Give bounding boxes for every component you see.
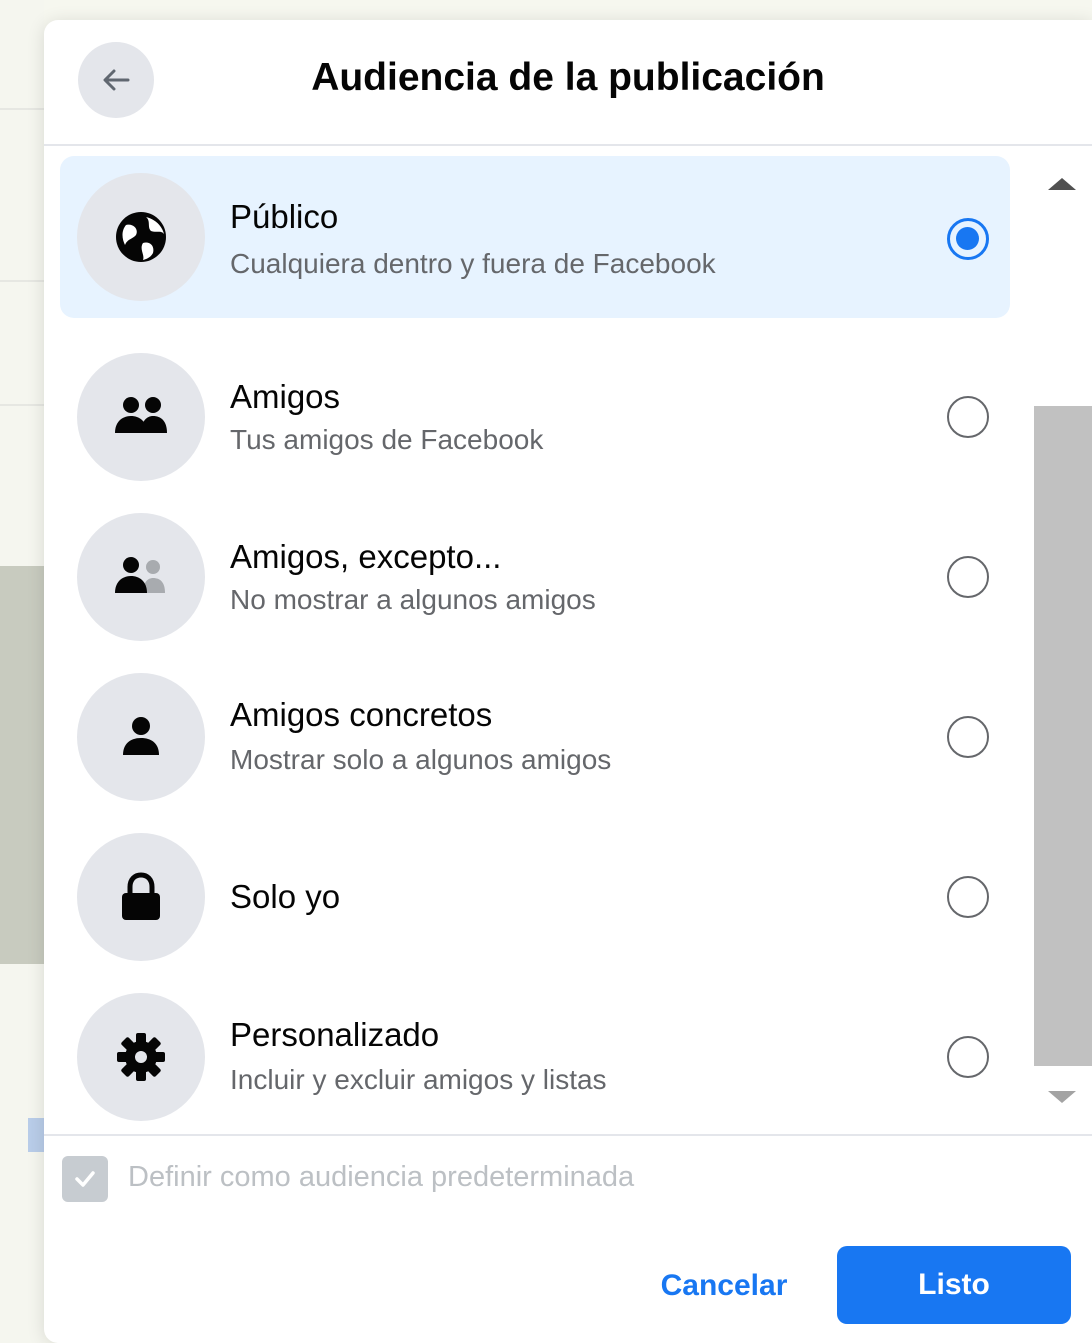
- friends-icon-container: [77, 353, 205, 481]
- footer-divider: [44, 1134, 1092, 1136]
- audience-options-list: Público Cualquiera dentro y fuera de Fac…: [44, 146, 1028, 1134]
- option-label: Amigos, excepto...: [230, 538, 502, 575]
- option-only-me[interactable]: Solo yo: [60, 816, 1010, 978]
- option-description: Mostrar solo a algunos amigos: [230, 744, 612, 775]
- radio-friends[interactable]: [947, 396, 989, 438]
- done-button[interactable]: Listo: [837, 1246, 1071, 1324]
- checkmark-icon: [75, 1171, 95, 1187]
- friends-icon: [115, 397, 167, 433]
- option-description: Incluir y excluir amigos y listas: [230, 1064, 607, 1095]
- option-friends-except[interactable]: Amigos, excepto... No mostrar a algunos …: [60, 496, 1010, 658]
- option-custom[interactable]: Personalizado Incluir y excluir amigos y…: [60, 976, 1010, 1138]
- gear-icon: [117, 1033, 165, 1081]
- friends-except-icon-container: [77, 513, 205, 641]
- option-label: Solo yo: [230, 878, 341, 915]
- scroll-up-arrow-icon[interactable]: [1048, 178, 1076, 190]
- cancel-button[interactable]: Cancelar: [634, 1248, 814, 1324]
- lock-icon-container: [77, 833, 205, 961]
- radio-friends-except[interactable]: [947, 556, 989, 598]
- option-label: Amigos concretos: [230, 696, 493, 733]
- background-image: [0, 566, 44, 964]
- scrollbar[interactable]: [1028, 146, 1092, 1134]
- option-label: Amigos: [230, 378, 341, 415]
- option-public[interactable]: Público Cualquiera dentro y fuera de Fac…: [60, 156, 1010, 318]
- audience-dialog: Audiencia de la publicación Público Cual…: [44, 20, 1092, 1343]
- background-divider: [0, 404, 44, 406]
- option-specific-friends[interactable]: Amigos concretos Mostrar solo a algunos …: [60, 656, 1010, 818]
- default-audience-checkbox[interactable]: [62, 1156, 108, 1202]
- option-label: Público: [230, 198, 339, 235]
- person-icon-container: [77, 673, 205, 801]
- radio-only-me[interactable]: [947, 876, 989, 918]
- background-page: [0, 0, 44, 1343]
- gear-icon-container: [77, 993, 205, 1121]
- background-divider: [0, 280, 44, 282]
- option-description: Cualquiera dentro y fuera de Facebook: [230, 248, 716, 279]
- option-description: No mostrar a algunos amigos: [230, 584, 596, 615]
- background-highlight: [28, 1118, 44, 1152]
- radio-specific-friends[interactable]: [947, 716, 989, 758]
- friends-except-icon: [115, 557, 165, 593]
- default-audience-row: Definir como audiencia predeterminada: [62, 1154, 862, 1202]
- scroll-down-arrow-icon[interactable]: [1048, 1091, 1076, 1103]
- default-audience-label: Definir como audiencia predeterminada: [128, 1161, 635, 1193]
- dialog-header: Audiencia de la publicación: [44, 20, 1092, 146]
- option-description: Tus amigos de Facebook: [230, 424, 544, 455]
- option-friends[interactable]: Amigos Tus amigos de Facebook: [60, 336, 1010, 498]
- radio-public[interactable]: [947, 218, 989, 260]
- lock-icon: [122, 872, 160, 920]
- globe-icon-container: [77, 173, 205, 301]
- globe-icon: [116, 212, 166, 262]
- dialog-title: Audiencia de la publicación: [311, 56, 825, 99]
- background-divider: [0, 108, 44, 110]
- option-label: Personalizado: [230, 1016, 440, 1053]
- radio-custom[interactable]: [947, 1036, 989, 1078]
- scrollbar-thumb[interactable]: [1034, 406, 1092, 1066]
- person-icon: [123, 717, 159, 755]
